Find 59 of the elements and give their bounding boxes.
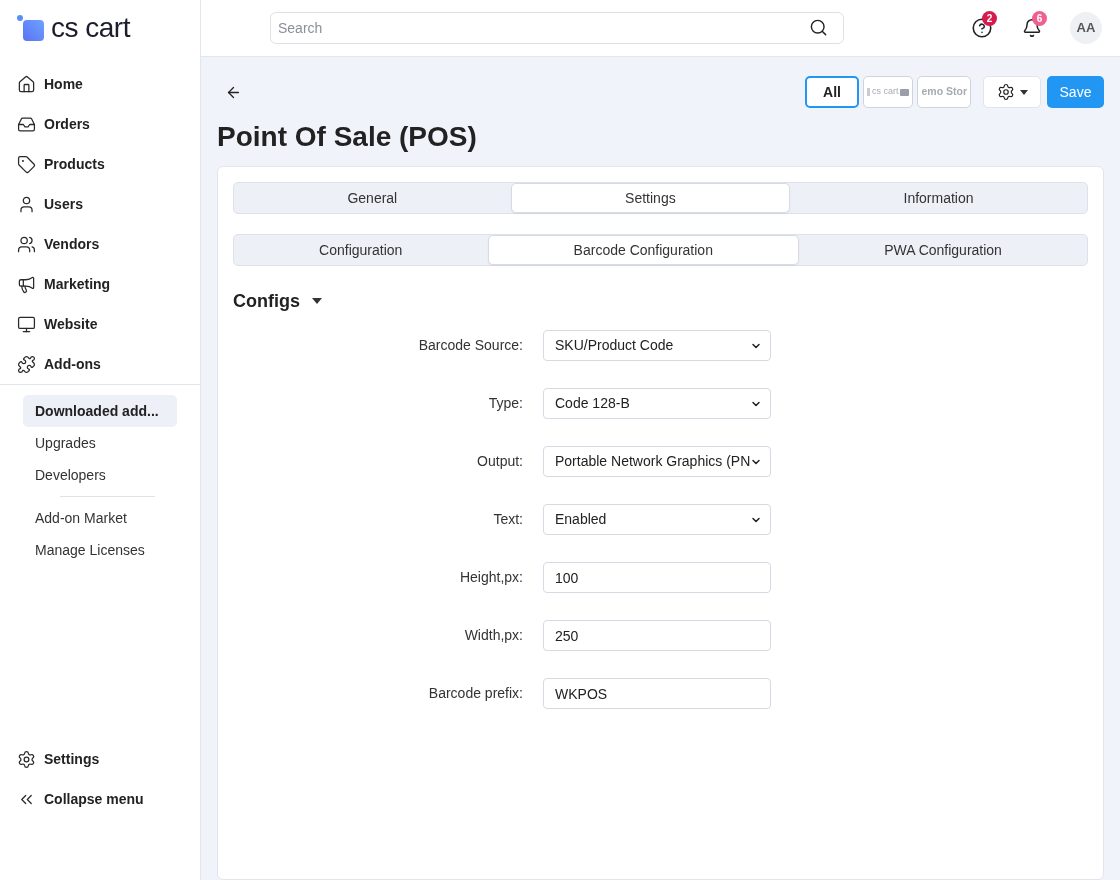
- nav-item[interactable]: Home: [0, 64, 200, 104]
- field-label: Output:: [476, 452, 523, 471]
- house-icon: [17, 74, 36, 94]
- field-label: Width,px:: [463, 626, 523, 645]
- field-label: Barcode prefix:: [427, 684, 523, 703]
- people-icon: [17, 234, 36, 254]
- logo-text: cs cart: [51, 14, 130, 42]
- field-label: Barcode Source:: [417, 336, 523, 355]
- text-input[interactable]: 100: [543, 562, 771, 593]
- puzzle-icon: [17, 354, 36, 374]
- nav-item[interactable]: Add-ons: [0, 344, 200, 384]
- field-label: Height,px:: [458, 568, 523, 587]
- tag-icon: [17, 154, 36, 174]
- nav-item[interactable]: Marketing: [0, 264, 200, 304]
- nav-item[interactable]: Users: [0, 184, 200, 224]
- nav-item[interactable]: Orders: [0, 104, 200, 144]
- nav-item[interactable]: Settings: [0, 739, 200, 779]
- tab[interactable]: Information: [790, 183, 1087, 213]
- nav-item[interactable]: Website: [0, 304, 200, 344]
- settings-icon: [17, 749, 36, 769]
- badge-icon: [900, 88, 910, 96]
- nav-item[interactable]: Collapse menu: [0, 779, 200, 819]
- submenu-item[interactable]: Developers: [23, 459, 177, 491]
- tab[interactable]: Settings: [510, 183, 791, 213]
- select-field[interactable]: SKU/Product Code: [543, 330, 771, 361]
- field-label: Type:: [487, 394, 523, 413]
- field-label: Text:: [492, 510, 523, 529]
- nav-item[interactable]: Products: [0, 144, 200, 184]
- tab[interactable]: General: [234, 183, 511, 213]
- notification-badge: 2: [982, 11, 997, 26]
- tab[interactable]: Barcode Configuration: [487, 235, 800, 265]
- nav-item[interactable]: Vendors: [0, 224, 200, 264]
- caret-down-icon: [1019, 89, 1028, 95]
- settings-icon: [996, 83, 1015, 101]
- avatar[interactable]: AA: [1070, 12, 1102, 44]
- select-field[interactable]: Portable Network Graphics (PN: [543, 446, 771, 477]
- submenu-item[interactable]: Manage Licenses: [23, 534, 177, 566]
- search-field[interactable]: Search: [270, 12, 844, 44]
- submenu-item[interactable]: Add-on Market: [23, 502, 177, 534]
- caret-down-icon[interactable]: [312, 298, 322, 304]
- tab[interactable]: Configuration: [234, 235, 488, 265]
- text-input[interactable]: 250: [543, 620, 771, 651]
- notification-badge: 6: [1032, 11, 1047, 26]
- page-title: Point Of Sale (POS): [217, 120, 478, 154]
- tab[interactable]: PWA Configuration: [799, 235, 1087, 265]
- submenu-item[interactable]: Downloaded add...: [23, 395, 177, 427]
- submenu-item[interactable]: Upgrades: [23, 427, 177, 459]
- bar-icon: [866, 88, 870, 96]
- text-input[interactable]: WKPOS: [543, 678, 771, 709]
- section-toggle[interactable]: Configs: [233, 288, 322, 314]
- person-icon: [17, 194, 36, 214]
- select-field[interactable]: Enabled: [543, 504, 771, 535]
- search-icon[interactable]: [809, 18, 828, 37]
- monitor-icon: [17, 314, 36, 334]
- megaphone-icon: [17, 274, 36, 294]
- settings-dropdown-button[interactable]: [983, 76, 1041, 108]
- logo-icon: [17, 15, 44, 41]
- store-switch-button[interactable]: All: [804, 76, 859, 108]
- select-field[interactable]: Code 128-B: [543, 388, 771, 419]
